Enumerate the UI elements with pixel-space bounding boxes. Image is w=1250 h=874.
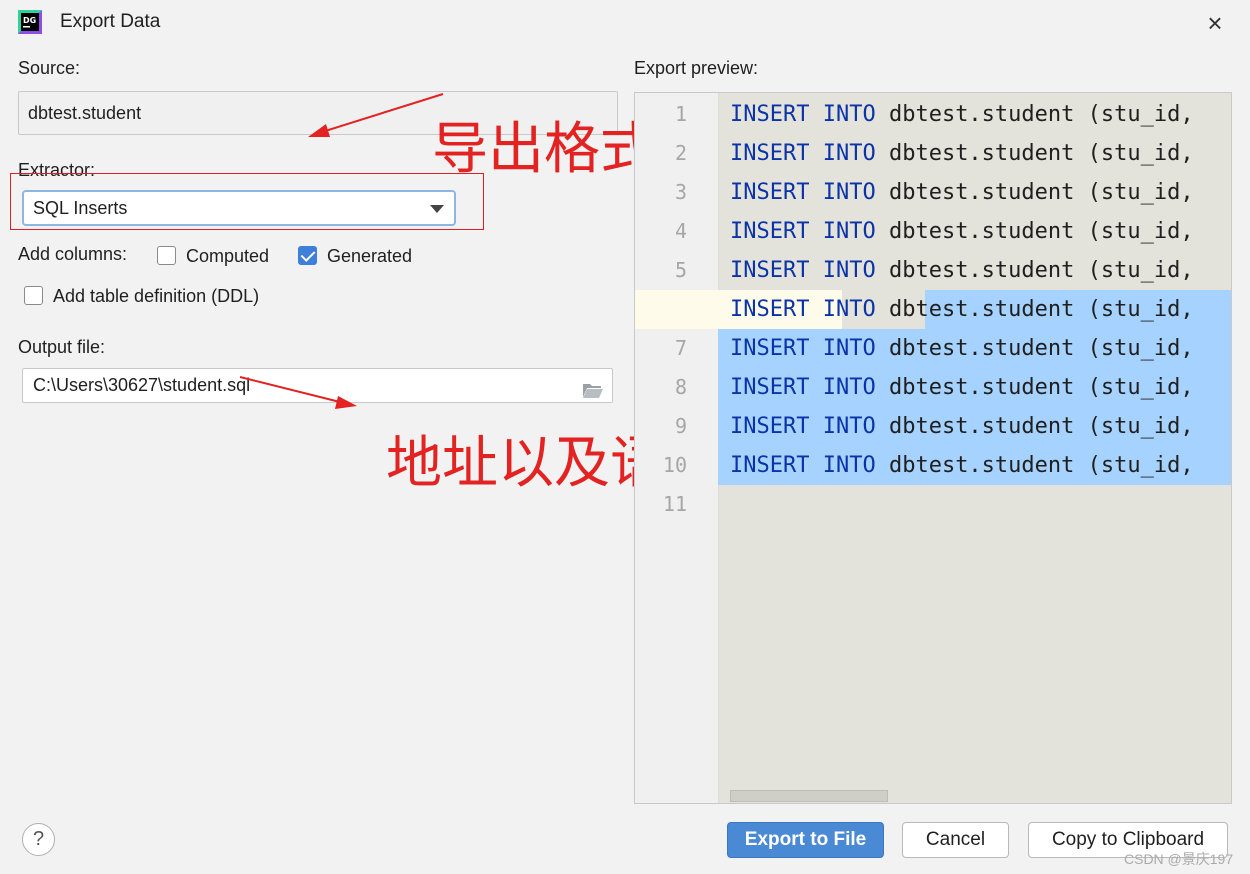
computed-label: Computed: [186, 246, 270, 266]
output-file-label: Output file:: [18, 337, 106, 357]
sql-keyword: INTO: [822, 180, 876, 205]
code-line: INSERT INTO dbtest.student (stu_id,: [718, 95, 1231, 134]
sql-text: dbtest.student (stu_id,: [875, 258, 1194, 283]
generated-checkbox[interactable]: [298, 246, 317, 265]
sql-keyword: INTO: [822, 258, 876, 283]
code-line: INSERT INTO dbtest.student (stu_id,: [718, 134, 1231, 173]
sql-keyword: INSERT: [730, 297, 810, 322]
sql-keyword: INTO: [822, 375, 876, 400]
sql-text: dbtest.student (stu_id,: [875, 375, 1194, 400]
code-line: INSERT INTO dbtest.student (stu_id,: [718, 407, 1231, 446]
sql-keyword: INTO: [822, 453, 876, 478]
close-button[interactable]: ×: [1200, 8, 1230, 38]
computed-checkbox[interactable]: [157, 246, 176, 265]
sql-keyword: INTO: [822, 414, 876, 439]
code-line: INSERT INTO dbtest.student (stu_id,: [718, 173, 1231, 212]
ddl-label: Add table definition (DDL): [53, 286, 260, 306]
help-button[interactable]: ?: [22, 823, 55, 856]
generated-label: Generated: [327, 246, 413, 266]
folder-icon[interactable]: [582, 377, 604, 398]
export-preview-editor[interactable]: 1234567891011 INSERT INTO dbtest.student…: [634, 92, 1232, 804]
sql-keyword: INTO: [822, 102, 876, 127]
sql-keyword: INTO: [822, 219, 876, 244]
sql-keyword: INSERT: [730, 336, 810, 361]
sql-keyword: INSERT: [730, 453, 810, 478]
ddl-checkbox[interactable]: [24, 286, 43, 305]
app-logo-text: DG: [23, 16, 36, 25]
sql-text: dbtest.student (stu_id,: [875, 336, 1194, 361]
sql-keyword: INSERT: [730, 219, 810, 244]
code-line: INSERT INTO dbtest.student (stu_id,: [718, 290, 1231, 329]
sql-keyword: INTO: [822, 336, 876, 361]
line-number-gutter: 1234567891011: [635, 93, 719, 803]
line-number: 7: [674, 336, 687, 360]
sql-text: dbtest.student (stu_id,: [875, 453, 1194, 478]
export-to-file-button[interactable]: Export to File: [727, 822, 884, 858]
line-number: 3: [674, 180, 687, 204]
code-line: INSERT INTO dbtest.student (stu_id,: [718, 368, 1231, 407]
sql-keyword: INSERT: [730, 414, 810, 439]
output-file-value: C:\Users\30627\student.sql: [33, 375, 251, 395]
sql-keyword: INSERT: [730, 258, 810, 283]
line-number: 9: [674, 414, 687, 438]
cancel-button[interactable]: Cancel: [902, 822, 1009, 858]
output-file-input[interactable]: C:\Users\30627\student.sql: [22, 368, 613, 403]
horizontal-scrollbar[interactable]: [730, 790, 888, 802]
sql-keyword: INSERT: [730, 102, 810, 127]
sql-keyword: INTO: [822, 297, 876, 322]
line-number: 1: [674, 102, 687, 126]
annotation-highlight-box: [10, 173, 484, 230]
sql-text: dbtest.student (stu_id,: [875, 414, 1194, 439]
source-label: Source:: [18, 58, 81, 78]
sql-keyword: INSERT: [730, 141, 810, 166]
sql-keyword: INSERT: [730, 180, 810, 205]
code-line: INSERT INTO dbtest.student (stu_id,: [718, 329, 1231, 368]
add-columns-label: Add columns:: [18, 244, 128, 264]
line-number: 11: [662, 492, 687, 516]
sql-keyword: INTO: [822, 141, 876, 166]
code-line: INSERT INTO dbtest.student (stu_id,: [718, 251, 1231, 290]
line-number: 4: [674, 219, 687, 243]
app-logo-icon: DG: [18, 10, 42, 34]
annotation-format-note: 导出格式: [432, 117, 656, 182]
sql-text: dbtest.student (stu_id,: [875, 180, 1194, 205]
sql-text: dbtest.student (stu_id,: [875, 141, 1194, 166]
sql-text: dbtest.student (stu_id,: [875, 102, 1194, 127]
preview-label: Export preview:: [634, 58, 759, 78]
sql-text: dbtest.student (stu_id,: [875, 297, 1194, 322]
line-number: 8: [674, 375, 687, 399]
line-number: 10: [662, 453, 687, 477]
watermark: CSDN @景庆197: [1124, 851, 1234, 867]
code-line: INSERT INTO dbtest.student (stu_id,: [718, 446, 1231, 485]
code-line: INSERT INTO dbtest.student (stu_id,: [718, 212, 1231, 251]
sql-keyword: INSERT: [730, 375, 810, 400]
window-title: Export Data: [60, 11, 161, 32]
sql-text: dbtest.student (stu_id,: [875, 219, 1194, 244]
line-number: 2: [674, 141, 687, 165]
line-number: 5: [674, 258, 687, 282]
